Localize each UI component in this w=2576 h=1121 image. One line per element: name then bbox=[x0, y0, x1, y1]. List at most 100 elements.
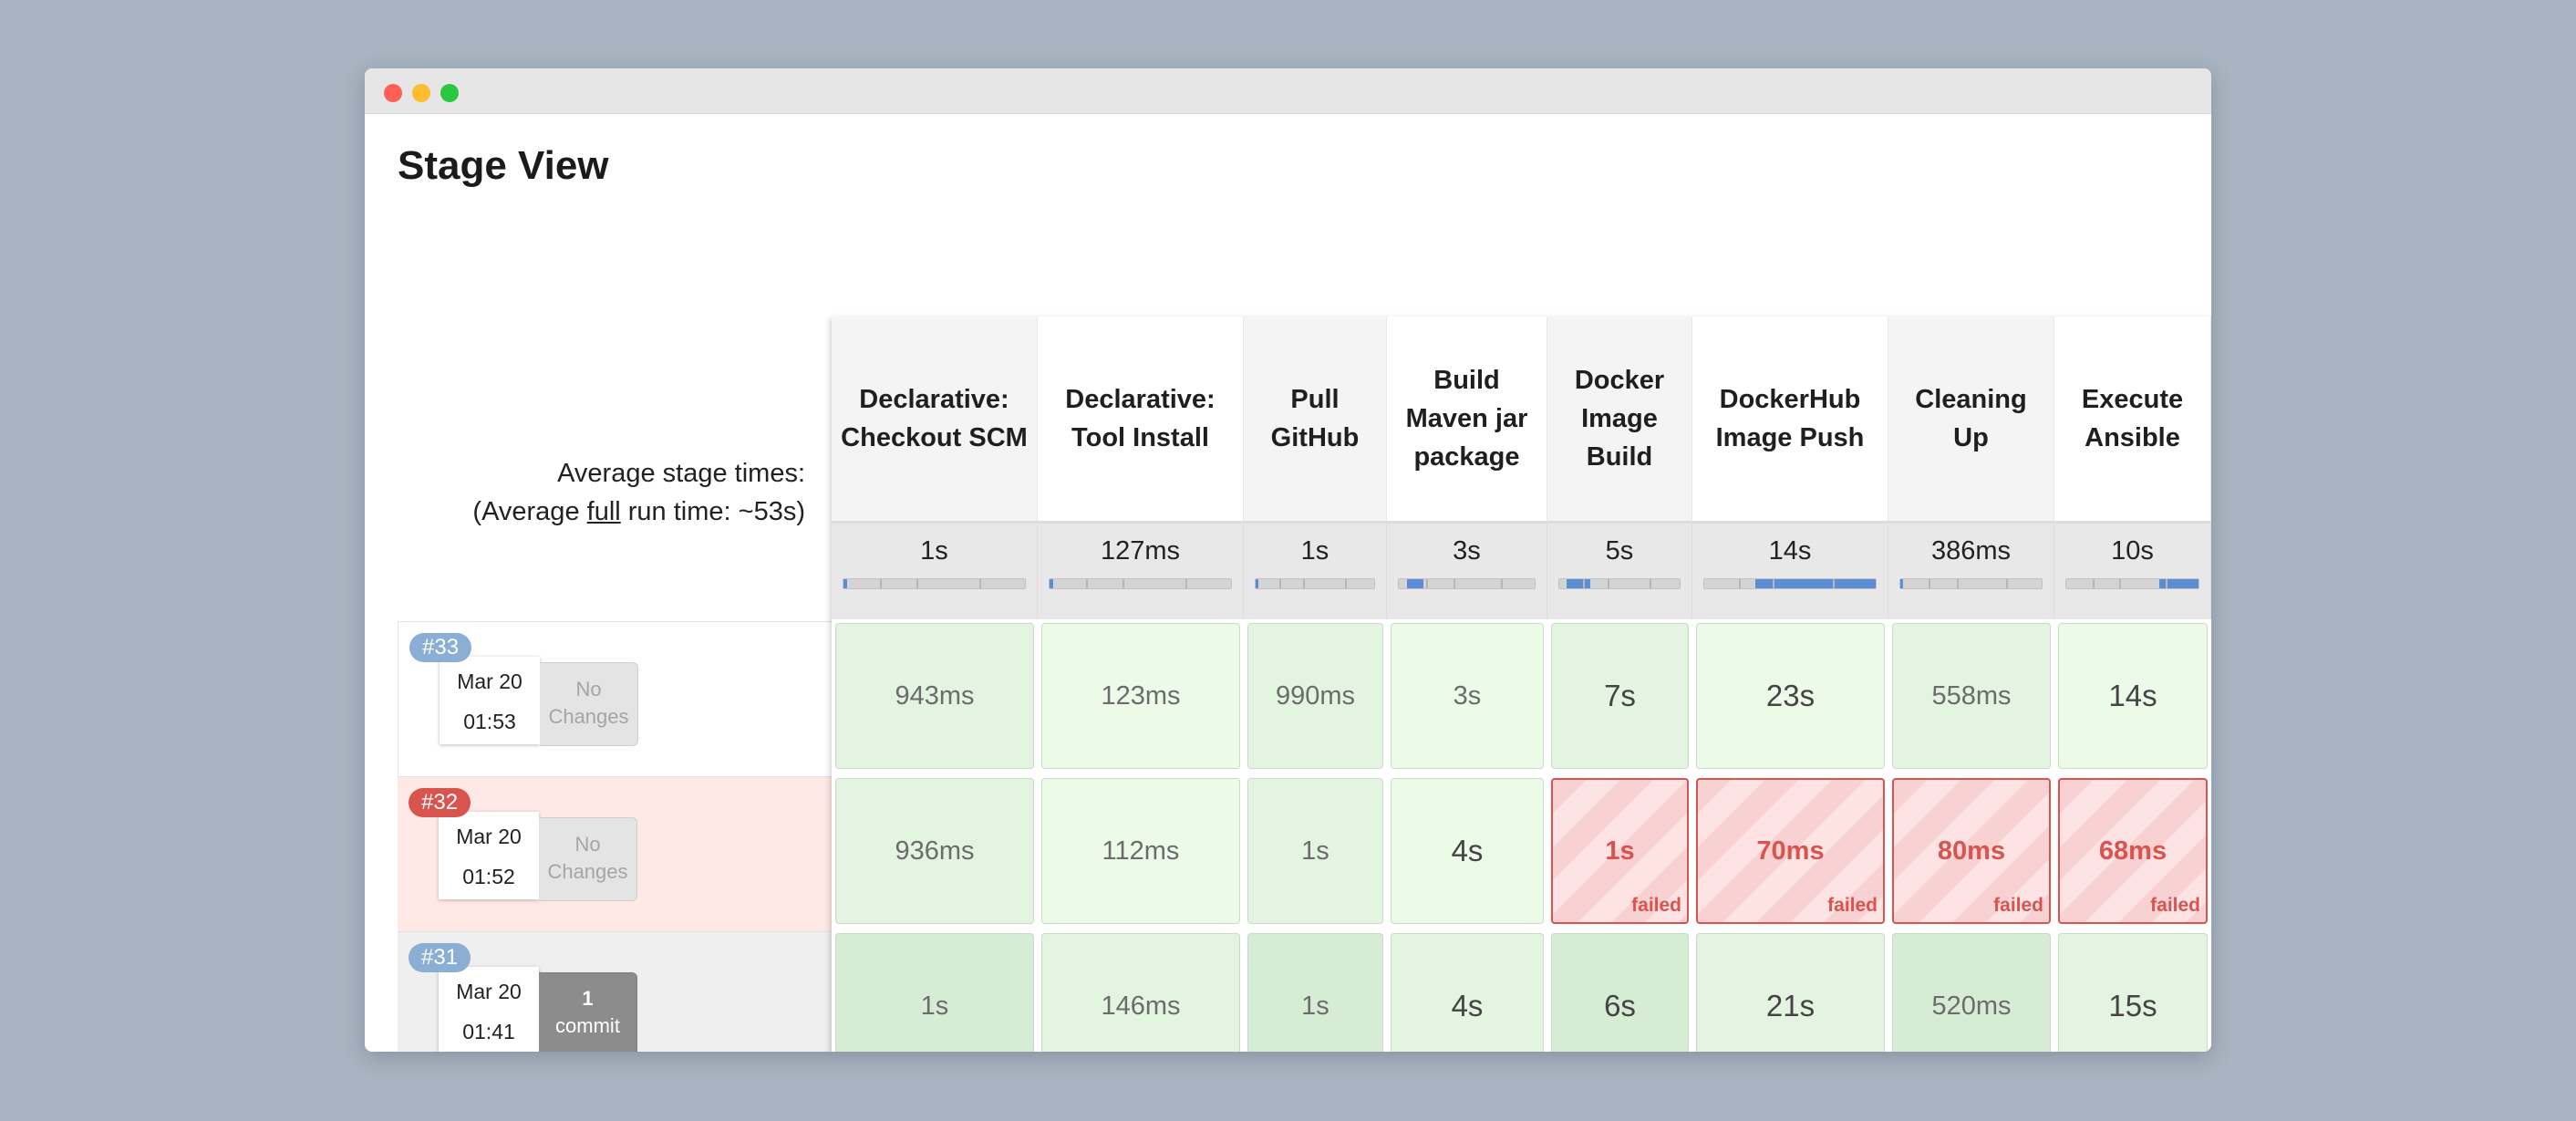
failed-label: failed bbox=[1827, 895, 1878, 916]
stage-header: Execute Ansible bbox=[2054, 317, 2211, 521]
stage-average: 1s bbox=[1244, 521, 1387, 619]
app-window: Stage View Average stage times: (Average… bbox=[365, 68, 2211, 1052]
stage-duration: 15s bbox=[2108, 989, 2157, 1022]
stage-cell[interactable]: 7s bbox=[1551, 623, 1689, 769]
average-stage-times-label: Average stage times: (Average full run t… bbox=[398, 454, 805, 531]
stage-column: Execute Ansible 10s 14s 68ms failed 15s bbox=[2054, 317, 2211, 1052]
stage-cell-failed[interactable]: 68ms failed bbox=[2058, 778, 2208, 924]
stage-header: Declarative: Tool Install bbox=[1038, 317, 1244, 521]
build-number-badge[interactable]: #33 bbox=[409, 633, 472, 662]
stage-progress-bar bbox=[1049, 578, 1232, 589]
build-time: 01:53 bbox=[463, 710, 516, 733]
commit-label: commit bbox=[555, 1014, 620, 1037]
stage-progress-tick bbox=[1122, 579, 1124, 588]
stage-duration: 7s bbox=[1604, 679, 1636, 712]
zoom-window-button[interactable] bbox=[440, 84, 459, 102]
stage-cell-failed[interactable]: 70ms failed bbox=[1696, 778, 1885, 924]
commit-changes-button[interactable]: 1 commit bbox=[539, 972, 637, 1052]
stage-cell[interactable]: 4s bbox=[1391, 778, 1544, 924]
stage-progress-fill bbox=[1256, 579, 1258, 588]
stage-view: Average stage times: (Average full run t… bbox=[398, 247, 2211, 1052]
stage-cell[interactable]: 6s bbox=[1551, 933, 1689, 1052]
stage-cell[interactable]: 123ms bbox=[1041, 623, 1240, 769]
failed-label: failed bbox=[1993, 895, 2043, 916]
stage-cell[interactable]: 3s bbox=[1391, 623, 1544, 769]
stage-cell[interactable]: 1s bbox=[1247, 933, 1383, 1052]
stage-duration: 1s bbox=[1301, 991, 1329, 1021]
stage-header: Build Maven jar package bbox=[1387, 317, 1547, 521]
stage-progress-tick bbox=[1344, 579, 1347, 588]
stage-progress-tick bbox=[879, 579, 882, 588]
stage-cell[interactable]: 1s bbox=[835, 933, 1034, 1052]
stage-progress-tick bbox=[1085, 579, 1088, 588]
stage-column: Pull GitHub 1s 990ms 1s 1s bbox=[1244, 317, 1387, 1052]
stage-average-time: 10s bbox=[2111, 536, 2154, 566]
title-bar bbox=[365, 68, 2211, 114]
build-date: Mar 20 bbox=[456, 980, 522, 1003]
stage-header: DockerHub Image Push bbox=[1692, 317, 1888, 521]
stage-duration: 80ms bbox=[1937, 836, 2006, 866]
build-date-card: Mar 20 01:53 bbox=[440, 657, 540, 744]
changes-line1: No bbox=[574, 833, 601, 856]
stage-average: 10s bbox=[2054, 521, 2211, 619]
build-time: 01:41 bbox=[462, 1020, 515, 1043]
stage-average-time: 3s bbox=[1453, 536, 1481, 566]
stage-duration: 4s bbox=[1451, 834, 1484, 867]
stage-cell[interactable]: 14s bbox=[2058, 623, 2208, 769]
average-run-prefix: (Average bbox=[472, 497, 587, 526]
stage-cell-failed[interactable]: 1s failed bbox=[1551, 778, 1689, 924]
stage-progress-tick bbox=[1738, 579, 1741, 588]
failed-label: failed bbox=[2150, 895, 2200, 916]
stage-cell-failed[interactable]: 80ms failed bbox=[1892, 778, 2051, 924]
stage-progress-bar bbox=[843, 578, 1026, 589]
stage-progress-tick bbox=[2119, 579, 2121, 588]
stage-cell[interactable]: 943ms bbox=[835, 623, 1034, 769]
stage-duration: 990ms bbox=[1275, 680, 1356, 711]
stage-progress-bar bbox=[1398, 578, 1536, 589]
stage-duration: 4s bbox=[1451, 989, 1484, 1022]
stage-header: Declarative: Checkout SCM bbox=[832, 317, 1038, 521]
stage-average-time: 1s bbox=[1300, 536, 1329, 566]
minimize-window-button[interactable] bbox=[412, 84, 430, 102]
stage-column: Build Maven jar package 3s 3s 4s 4s bbox=[1387, 317, 1547, 1052]
stage-cell[interactable]: 990ms bbox=[1247, 623, 1383, 769]
stage-progress-tick bbox=[1279, 579, 1281, 588]
stage-cell[interactable]: 21s bbox=[1696, 933, 1885, 1052]
stage-duration: 123ms bbox=[1101, 680, 1181, 711]
close-window-button[interactable] bbox=[384, 84, 402, 102]
stage-progress-tick bbox=[1185, 579, 1188, 588]
stage-duration: 21s bbox=[1765, 989, 1816, 1022]
stage-cell[interactable]: 4s bbox=[1391, 933, 1544, 1052]
build-row-32: #32 Mar 20 01:52 No Changes bbox=[398, 776, 832, 932]
stage-average-time: 127ms bbox=[1100, 536, 1181, 566]
build-date: Mar 20 bbox=[456, 825, 522, 848]
stage-progress-tick bbox=[1929, 579, 1930, 588]
stage-cell[interactable]: 15s bbox=[2058, 933, 2208, 1052]
stage-cell[interactable]: 1s bbox=[1247, 778, 1383, 924]
build-date: Mar 20 bbox=[457, 669, 522, 693]
stage-duration: 558ms bbox=[1931, 680, 2012, 711]
full-run-time-link[interactable]: full bbox=[587, 497, 621, 526]
stage-cell[interactable]: 146ms bbox=[1041, 933, 1240, 1052]
stage-cell[interactable]: 23s bbox=[1696, 623, 1885, 769]
stage-progress-tick bbox=[1303, 579, 1305, 588]
stage-cell[interactable]: 558ms bbox=[1892, 623, 2051, 769]
changes-line1: No bbox=[575, 678, 602, 701]
stage-average-time: 1s bbox=[920, 536, 948, 566]
stage-average: 127ms bbox=[1038, 521, 1244, 619]
stage-progress-fill bbox=[1900, 579, 1904, 588]
stage-duration: 14s bbox=[2108, 679, 2157, 712]
stage-duration: 520ms bbox=[1931, 991, 2012, 1021]
stage-grid: Declarative: Checkout SCM 1s 943ms 936ms 1s D… bbox=[832, 317, 2211, 1052]
build-number-badge[interactable]: #32 bbox=[409, 788, 471, 817]
stage-progress-tick bbox=[1425, 579, 1428, 588]
stage-average: 14s bbox=[1692, 521, 1888, 619]
no-changes-label: No Changes bbox=[539, 817, 637, 901]
stage-duration: 68ms bbox=[2098, 836, 2167, 866]
stage-cell[interactable]: 936ms bbox=[835, 778, 1034, 924]
stage-cell[interactable]: 112ms bbox=[1041, 778, 1240, 924]
build-number-badge[interactable]: #31 bbox=[409, 943, 471, 972]
stage-progress-tick bbox=[1583, 579, 1586, 588]
failed-label: failed bbox=[1631, 895, 1681, 916]
stage-cell[interactable]: 520ms bbox=[1892, 933, 2051, 1052]
